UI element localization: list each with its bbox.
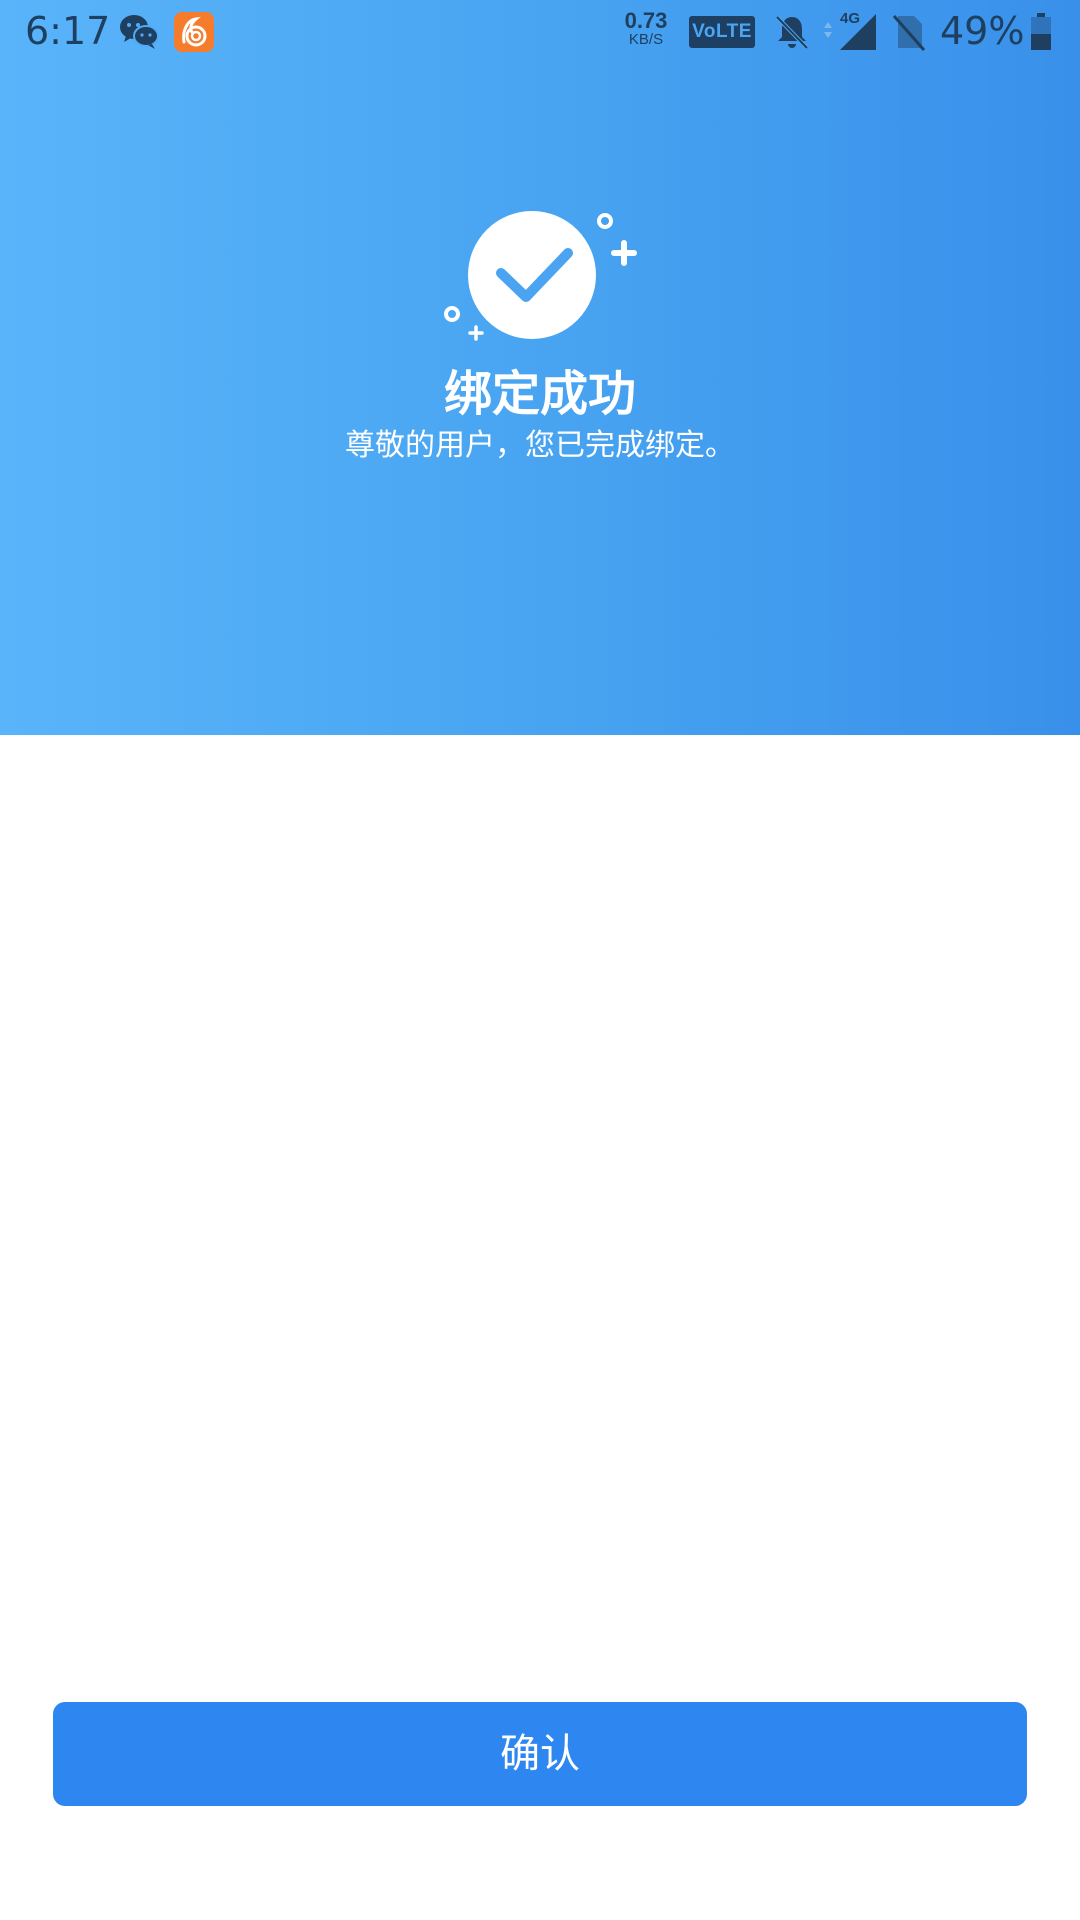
network-speed: 0.73 KB/S bbox=[620, 10, 672, 48]
success-title: 绑定成功 bbox=[443, 366, 636, 422]
battery-icon bbox=[1031, 13, 1051, 50]
wechat-icon bbox=[120, 15, 159, 49]
no-sim-icon bbox=[892, 15, 926, 51]
volte-badge: VoLTE bbox=[689, 16, 755, 48]
binding-success-screen: 6:17 0.73 KB/S VoLTE 4G 49% 绑定成功 尊敬的用户，您… bbox=[0, 0, 1080, 1920]
status-time: 6:17 bbox=[25, 9, 111, 53]
network-speed-value: 0.73 bbox=[624, 8, 668, 33]
network-speed-unit: KB/S bbox=[628, 31, 664, 48]
battery-percent: 49% bbox=[940, 9, 1025, 53]
uc-browser-icon bbox=[174, 12, 214, 52]
status-bar: 6:17 0.73 KB/S VoLTE 4G 49% bbox=[0, 0, 1080, 64]
bell-muted-icon bbox=[775, 15, 809, 50]
network-type: 4G bbox=[840, 10, 861, 27]
confirm-button[interactable]: 确认 bbox=[53, 1702, 1027, 1806]
success-message: 尊敬的用户，您已完成绑定。 bbox=[345, 428, 735, 463]
check-circle-icon bbox=[444, 211, 637, 341]
